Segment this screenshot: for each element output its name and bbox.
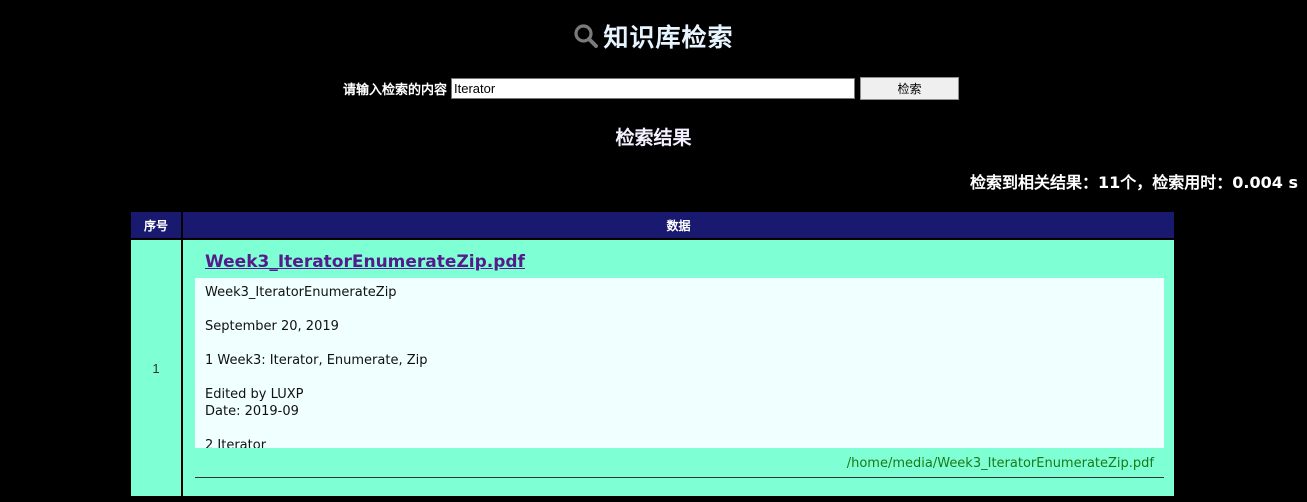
result-file-path: /home/media/Week3_IteratorEnumerateZip.p… bbox=[846, 456, 1154, 471]
column-header-data: 数据 bbox=[182, 212, 1174, 239]
results-heading: 检索结果 bbox=[615, 127, 692, 149]
row-divider bbox=[195, 477, 1164, 478]
result-snippet: Week3_IteratorEnumerateZip September 20,… bbox=[195, 278, 1164, 448]
results-table: 序号 数据 1 Week3_IteratorEnumerateZip.pdf W… bbox=[131, 212, 1174, 498]
search-icon bbox=[573, 23, 599, 49]
results-stats: 检索到相关结果：11个，检索用时：0.004 s bbox=[970, 173, 1298, 192]
page-header: 知识库检索 bbox=[0, 18, 1307, 54]
column-header-index: 序号 bbox=[131, 212, 183, 239]
title-group: 知识库检索 bbox=[573, 18, 733, 54]
result-title-link[interactable]: Week3_IteratorEnumerateZip.pdf bbox=[205, 252, 1164, 272]
snippet-line: Week3_IteratorEnumerateZip bbox=[205, 285, 397, 300]
snippet-line: Edited by LUXP bbox=[205, 387, 304, 402]
search-input[interactable] bbox=[451, 78, 856, 99]
search-label: 请输入检索的内容 bbox=[343, 83, 448, 98]
snippet-line: Date: 2019-09 bbox=[205, 404, 299, 419]
table-header-row: 序号 数据 bbox=[131, 212, 1174, 239]
snippet-line: 2 Iterator bbox=[205, 438, 267, 448]
snippet-line: 1 Week3: Iterator, Enumerate, Zip bbox=[205, 353, 428, 368]
search-form: 请输入检索的内容 检索 bbox=[343, 77, 960, 100]
snippet-line: September 20, 2019 bbox=[205, 319, 339, 334]
row-index: 1 bbox=[131, 238, 183, 498]
row-data: Week3_IteratorEnumerateZip.pdf Week3_Ite… bbox=[182, 238, 1174, 498]
table-row: 1 Week3_IteratorEnumerateZip.pdf Week3_I… bbox=[131, 238, 1174, 498]
search-button[interactable]: 检索 bbox=[860, 77, 960, 100]
page-title: 知识库检索 bbox=[603, 23, 734, 52]
search-page: 知识库检索 请输入检索的内容 检索 检索结果 检索到相关结果：11个，检索用时：… bbox=[0, 0, 1307, 502]
